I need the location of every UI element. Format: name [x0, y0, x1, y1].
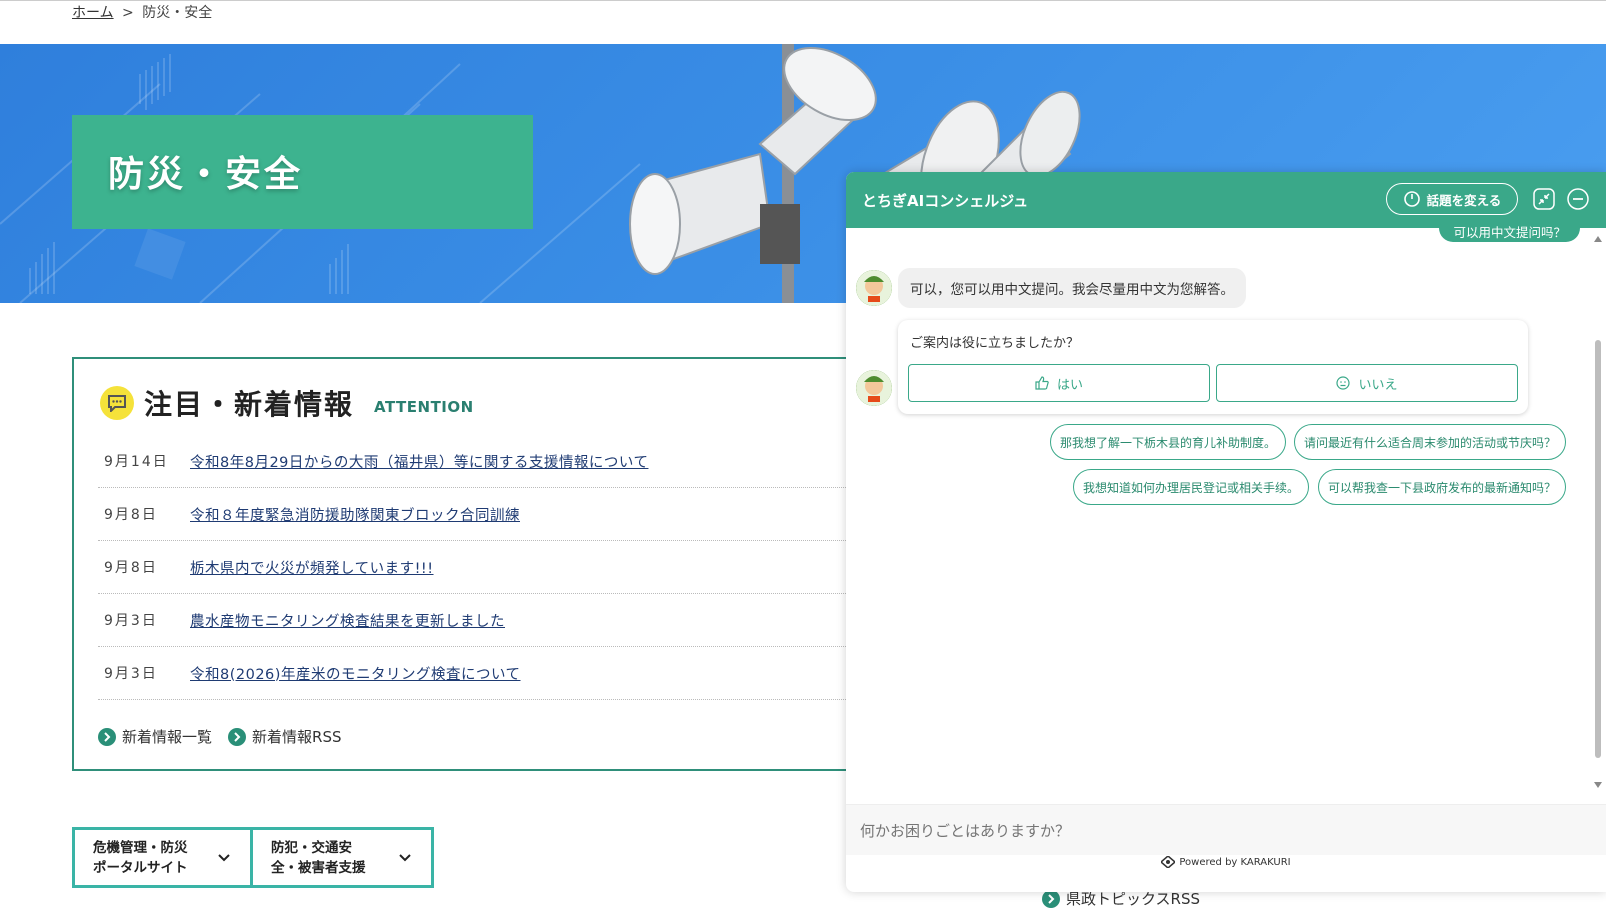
tab-label-line2: 全・被害者支援 — [271, 859, 366, 876]
suggestion-button[interactable]: 那我想了解一下栃木县的育儿补助制度。 — [1050, 424, 1286, 460]
minimize-icon[interactable] — [1566, 187, 1590, 211]
category-tabs: 危機管理・防災 ポータルサイト 防犯・交通安 全・被害者支援 — [72, 827, 434, 888]
news-footer-links: 新着情報一覧 新着情報RSS — [98, 726, 357, 747]
breadcrumb-home-link[interactable]: ホーム — [72, 5, 114, 21]
change-topic-button[interactable]: 話題を変える — [1386, 183, 1518, 215]
suggestion-button[interactable]: 我想知道如何办理居民登记或相关手续。 — [1073, 469, 1309, 505]
chevron-down-icon — [399, 853, 411, 861]
feedback-yes-button[interactable]: はい — [908, 364, 1210, 402]
powered-by: Powered by KARAKURI — [846, 856, 1606, 868]
top-border — [0, 0, 1606, 1]
news-link[interactable]: 農水産物モニタリング検査結果を更新しました — [190, 610, 505, 631]
news-item: 9月3日 農水産物モニタリング検査結果を更新しました — [98, 594, 918, 647]
scroll-up-icon — [1594, 236, 1602, 242]
news-section: 注目・新着情報 ATTENTION 9月14日 令和8年8月29日からの大雨（福… — [72, 357, 952, 771]
powered-by-label: Powered by KARAKURI — [1179, 856, 1291, 868]
news-rss-label: 新着情報RSS — [252, 728, 342, 746]
news-link[interactable]: 令和８年度緊急消防援助隊関東ブロック合同訓練 — [190, 504, 520, 525]
feedback-question: ご案内は役に立ちましたか？ — [910, 336, 1080, 351]
news-header: 注目・新着情報 ATTENTION — [100, 383, 474, 423]
feedback-no-label: いいえ — [1358, 377, 1398, 393]
news-title: 注目・新着情報 — [144, 388, 355, 421]
news-list-label: 新着情報一覧 — [122, 728, 213, 746]
news-rss-link[interactable]: 新着情報RSS — [228, 726, 341, 747]
bot-message-bubble: 可以，您可以用中文提问。我会尽量用中文为您解答。 — [898, 268, 1246, 308]
suggestion-button[interactable]: 可以帮我查一下县政府发布的最新通知吗？ — [1318, 469, 1566, 505]
chat-scrollbar[interactable] — [1594, 236, 1602, 796]
news-date: 9月3日 — [104, 666, 158, 682]
feedback-yes-label: はい — [1056, 377, 1083, 393]
news-item: 9月14日 令和8年8月29日からの大雨（福井県）等に関する支援情報について — [98, 435, 918, 488]
bot-avatar — [856, 370, 892, 406]
news-item: 9月8日 令和８年度緊急消防援助隊関東ブロック合同訓練 — [98, 488, 918, 541]
neutral-face-icon — [1336, 376, 1351, 390]
tab-label: 危機管理・防災 ポータルサイト — [93, 838, 188, 878]
change-topic-label: 話題を変える — [1426, 192, 1502, 208]
chat-messages: 可以用中文提问吗？ 可以，您可以用中文提问。我会尽量用中文为您解答。 ご案内は役… — [846, 216, 1606, 804]
news-link[interactable]: 栃木県内で火災が頻発しています!!! — [190, 557, 434, 578]
bot-avatar — [856, 270, 892, 306]
news-link[interactable]: 令和8(2026)年産米のモニタリング検査について — [190, 663, 521, 684]
breadcrumb: ホーム > 防災・安全 — [72, 2, 212, 22]
collapse-icon[interactable] — [1532, 187, 1556, 211]
karakuri-logo-icon — [1161, 856, 1176, 868]
chevron-right-icon — [98, 727, 116, 746]
hero-title-box: 防災・安全 — [72, 115, 533, 229]
tab-label-line1: 危機管理・防災 — [93, 839, 188, 856]
thumbs-up-icon — [1035, 376, 1049, 390]
breadcrumb-current: 防災・安全 — [142, 5, 213, 21]
feedback-no-button[interactable]: いいえ — [1216, 364, 1518, 402]
news-subtitle: ATTENTION — [374, 398, 474, 416]
scroll-down-icon — [1594, 782, 1602, 788]
feedback-card: ご案内は役に立ちましたか？ はい いいえ — [898, 320, 1528, 414]
breadcrumb-separator: > — [122, 5, 134, 21]
news-date: 9月3日 — [104, 613, 158, 629]
news-date: 9月14日 — [104, 454, 169, 470]
chat-widget: とちぎAIコンシェルジュ 話題を変える 可以用中文提问吗？ 可以，您可以用中文提… — [846, 172, 1606, 892]
suggestion-button[interactable]: 请问最近有什么适合周末参加的活动或节庆吗？ — [1294, 424, 1566, 460]
news-list: 9月14日 令和8年8月29日からの大雨（福井県）等に関する支援情報について 9… — [98, 435, 918, 700]
tab-label: 防犯・交通安 全・被害者支援 — [271, 838, 366, 878]
chevron-right-icon — [1042, 889, 1060, 908]
chat-input-area — [846, 804, 1606, 855]
news-item: 9月3日 令和8(2026)年産米のモニタリング検査について — [98, 647, 918, 700]
news-item: 9月8日 栃木県内で火災が頻発しています!!! — [98, 541, 918, 594]
chat-bubble-icon — [100, 386, 134, 420]
tab-label-line2: ポータルサイト — [93, 859, 188, 876]
scroll-thumb[interactable] — [1595, 340, 1601, 758]
chevron-down-icon — [218, 853, 230, 861]
user-message-bubble: 可以用中文提问吗？ — [1439, 216, 1580, 242]
chevron-right-icon — [228, 727, 247, 746]
chat-title: とちぎAIコンシェルジュ — [862, 192, 1029, 210]
news-link[interactable]: 令和8年8月29日からの大雨（福井県）等に関する支援情報について — [190, 451, 648, 472]
news-date: 9月8日 — [104, 560, 158, 576]
news-date: 9月8日 — [104, 507, 158, 523]
chat-input[interactable] — [858, 815, 1562, 847]
news-list-link[interactable]: 新着情報一覧 — [98, 726, 212, 747]
page-title: 防災・安全 — [108, 154, 304, 195]
tab-label-line1: 防犯・交通安 — [271, 839, 352, 856]
refresh-icon — [1403, 191, 1420, 207]
tab-crime-traffic[interactable]: 防犯・交通安 全・被害者支援 — [253, 827, 434, 888]
tab-disaster-portal[interactable]: 危機管理・防災 ポータルサイト — [72, 827, 253, 888]
